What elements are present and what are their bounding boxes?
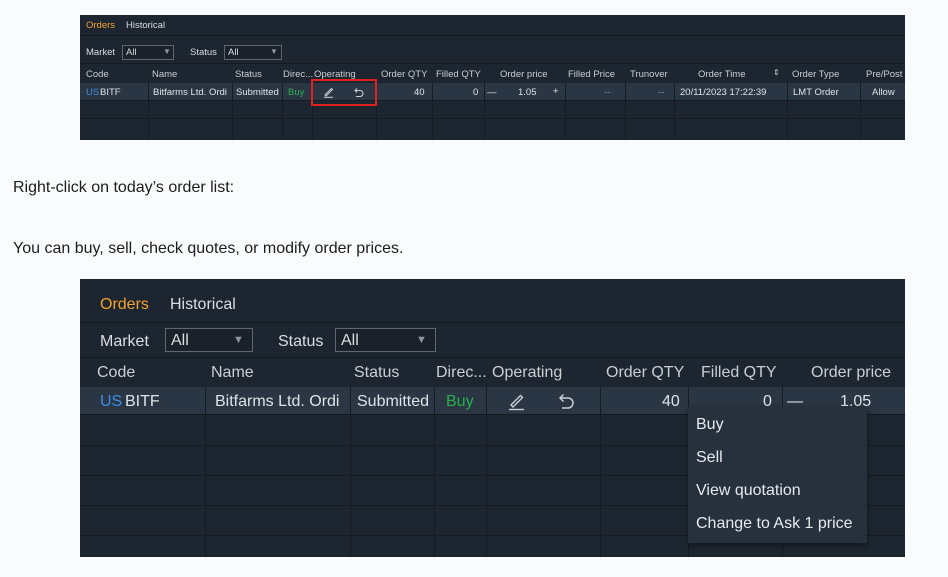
price-increase-button[interactable]: +	[553, 86, 559, 97]
table-header: Code Name Status Direc... Operating Orde…	[80, 64, 905, 83]
context-menu-item-view-quotation[interactable]: View quotation	[696, 482, 801, 500]
status-select[interactable]: All ▼	[224, 45, 282, 60]
order-type-cell: LMT Order	[793, 87, 839, 98]
column-divider	[282, 83, 283, 140]
filter-bar: Market All ▼ Status All ▼	[80, 323, 905, 358]
col-code[interactable]: Code	[97, 364, 135, 382]
status-select-value: All	[228, 47, 239, 58]
col-direction[interactable]: Direc...	[283, 69, 313, 80]
status-cell: Submitted	[357, 393, 430, 410]
col-name[interactable]: Name	[152, 69, 177, 80]
col-filled-price[interactable]: Filled Price	[568, 69, 615, 80]
operating-highlight-box	[311, 79, 377, 106]
tab-historical[interactable]: Historical	[170, 296, 236, 314]
instruction-line-1: Right-click on today’s order list:	[13, 179, 235, 196]
filled-qty-cell: 0	[473, 87, 479, 98]
col-name[interactable]: Name	[211, 364, 254, 382]
column-divider	[350, 387, 351, 557]
status-select[interactable]: All ▼	[335, 328, 436, 352]
market-filter-label: Market	[100, 333, 149, 350]
column-divider	[148, 83, 149, 140]
col-pre-post[interactable]: Pre/Post	[866, 69, 902, 80]
direction-cell: Buy	[288, 87, 305, 98]
column-divider	[600, 387, 601, 557]
order-qty-cell: 40	[662, 393, 680, 410]
orders-panel-small: Orders Historical Market All ▼ Status Al…	[80, 15, 905, 140]
market-select[interactable]: All ▼	[165, 328, 253, 352]
pencil-icon[interactable]	[507, 391, 527, 411]
table-header: Code Name Status Direc... Operating Orde…	[80, 358, 905, 387]
status-filter-label: Status	[190, 47, 217, 58]
order-price-cell[interactable]: 1.05	[518, 87, 537, 98]
name-cell: Bitfarms Ltd. Ordi	[215, 393, 340, 410]
column-divider	[565, 83, 566, 140]
col-order-time[interactable]: Order Time	[698, 69, 746, 80]
column-divider	[484, 83, 485, 140]
filter-bar: Market All ▼ Status All ▼	[80, 36, 905, 64]
table-row[interactable]: US BITF Bitfarms Ltd. Ordi Submitted Buy…	[80, 83, 905, 101]
code-cell: BITF	[125, 393, 160, 410]
col-turnover[interactable]: Trunover	[630, 69, 668, 80]
col-filled-qty[interactable]: Filled QTY	[701, 364, 777, 382]
col-direction[interactable]: Direc...	[436, 364, 487, 382]
row-divider	[80, 118, 905, 119]
order-qty-cell: 40	[414, 87, 425, 98]
market-select[interactable]: All ▼	[122, 45, 174, 60]
caret-down-icon: ▼	[416, 334, 427, 346]
price-decrease-button[interactable]: —	[487, 87, 497, 98]
col-operating[interactable]: Operating	[492, 364, 562, 382]
context-menu: Buy Sell View quotation Change to Ask 1 …	[688, 407, 867, 543]
col-status[interactable]: Status	[235, 69, 262, 80]
tab-orders[interactable]: Orders	[86, 20, 115, 31]
col-status[interactable]: Status	[354, 364, 399, 382]
tab-bar: Orders Historical	[80, 279, 905, 323]
code-cell: BITF	[100, 87, 121, 98]
market-select-value: All	[171, 332, 189, 349]
status-select-value: All	[341, 332, 359, 349]
instruction-line-2: You can buy, sell, check quotes, or modi…	[13, 240, 404, 257]
market-tag: US	[86, 87, 100, 98]
direction-cell: Buy	[446, 393, 474, 410]
col-order-qty[interactable]: Order QTY	[381, 69, 427, 80]
status-cell: Submitted	[236, 87, 279, 98]
undo-arrow-icon[interactable]	[556, 391, 576, 411]
order-time-cell: 20/11/2023 17:22:39	[680, 87, 767, 98]
col-order-type[interactable]: Order Type	[792, 69, 839, 80]
context-menu-item-buy[interactable]: Buy	[696, 416, 724, 434]
caret-down-icon: ▼	[163, 47, 171, 56]
market-filter-label: Market	[86, 47, 116, 58]
col-code[interactable]: Code	[86, 69, 109, 80]
col-order-price[interactable]: Order price	[811, 364, 891, 382]
status-filter-label: Status	[278, 333, 324, 350]
turnover-cell: --	[658, 87, 665, 98]
caret-down-icon: ▼	[233, 334, 244, 346]
market-select-value: All	[126, 47, 137, 58]
column-divider	[205, 387, 206, 557]
col-filled-qty[interactable]: Filled QTY	[436, 69, 481, 80]
caret-down-icon: ▼	[270, 47, 278, 56]
col-order-qty[interactable]: Order QTY	[606, 364, 684, 382]
market-tag: US	[100, 393, 123, 410]
pre-post-cell: Allow	[872, 87, 895, 98]
name-cell: Bitfarms Ltd. Ordi	[153, 87, 227, 98]
sort-arrows-icon[interactable]: ⇕	[773, 68, 780, 77]
col-order-price[interactable]: Order price	[500, 69, 548, 80]
tab-historical[interactable]: Historical	[126, 20, 165, 31]
column-divider	[434, 387, 435, 557]
column-divider	[860, 83, 861, 140]
context-menu-item-change-to-ask-1-price[interactable]: Change to Ask 1 price	[696, 515, 853, 533]
column-divider	[486, 387, 487, 557]
column-divider	[232, 83, 233, 140]
column-divider	[787, 83, 788, 140]
filled-price-cell: --	[604, 87, 611, 98]
column-divider	[432, 83, 433, 140]
tab-orders[interactable]: Orders	[100, 296, 149, 314]
context-menu-item-sell[interactable]: Sell	[696, 449, 723, 467]
column-divider	[625, 83, 626, 140]
column-divider	[674, 83, 675, 140]
tab-bar: Orders Historical	[80, 15, 905, 36]
